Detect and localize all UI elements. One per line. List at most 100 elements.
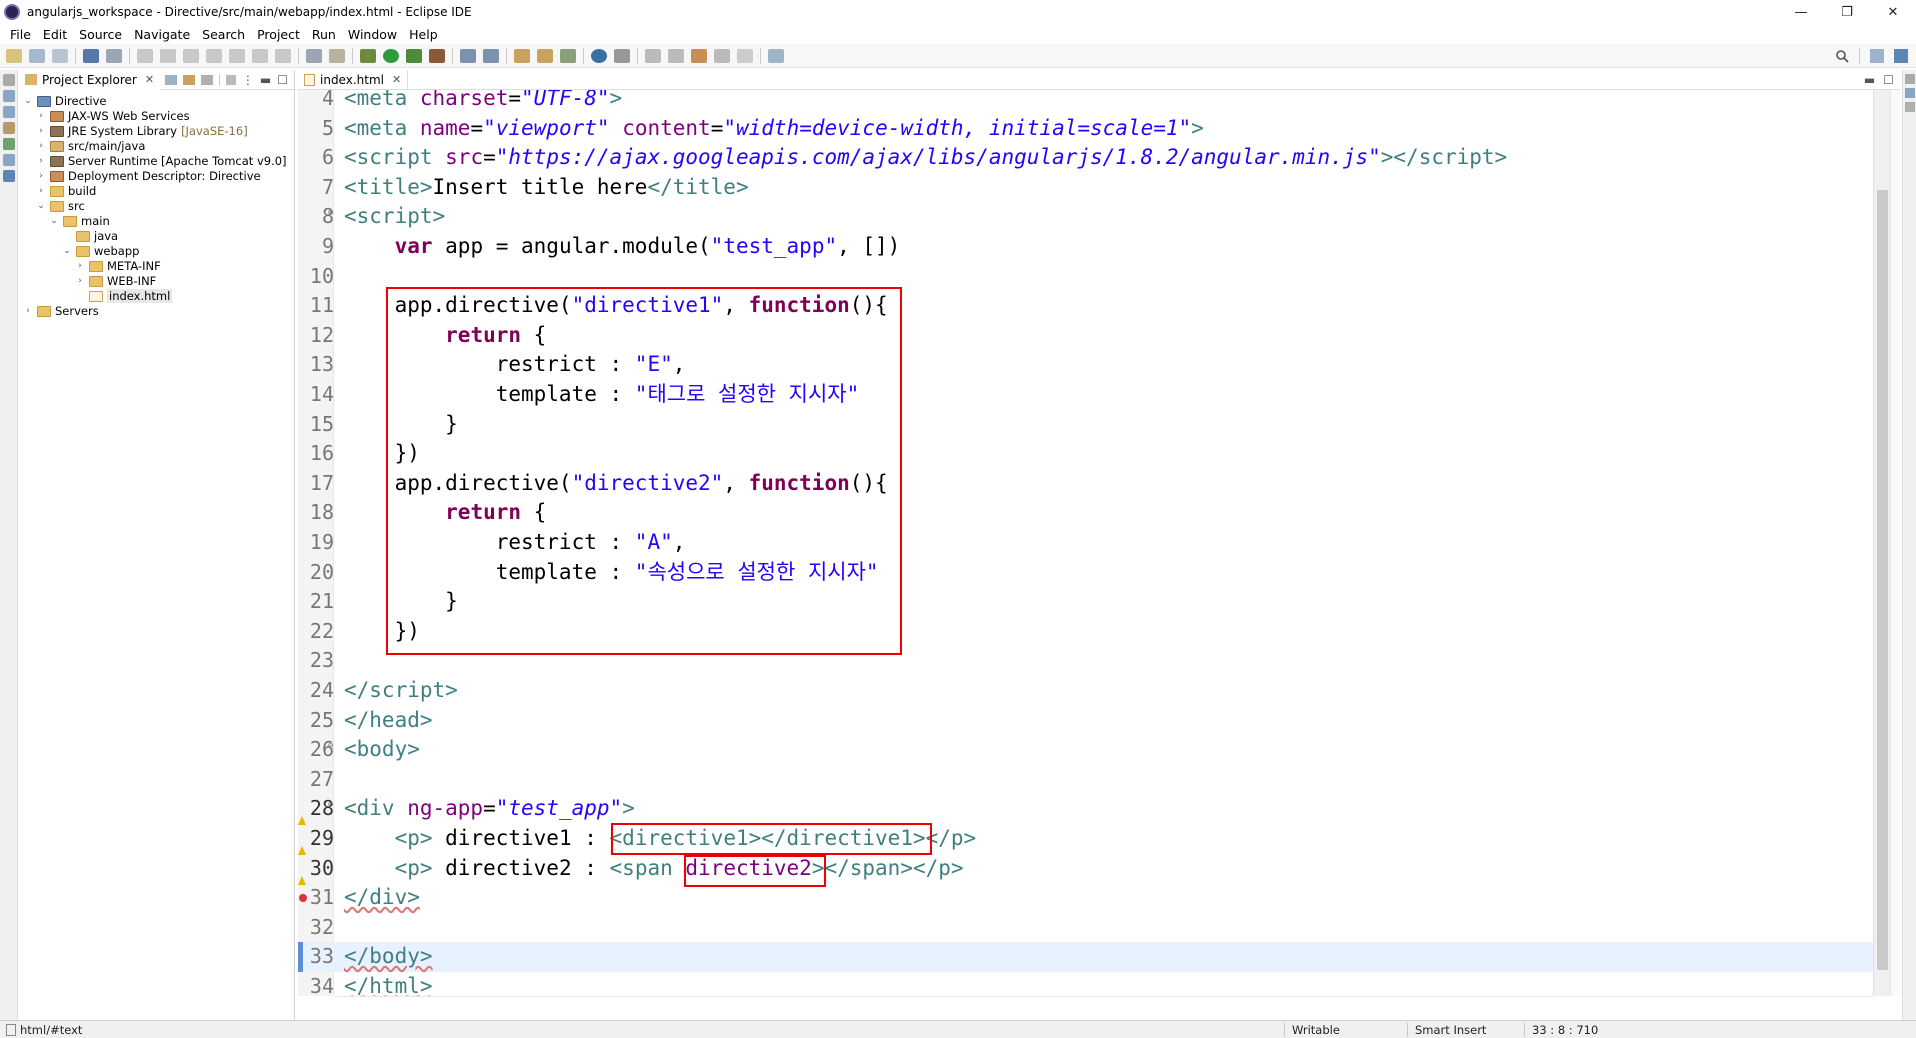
chevron-right-icon[interactable]: › <box>75 261 85 271</box>
code-line[interactable]: 29 <p> directive1 : <directive1></direct… <box>298 824 1873 855</box>
code-line[interactable]: 33 </body> <box>298 942 1873 972</box>
step-over-icon[interactable] <box>252 48 268 63</box>
code-line[interactable]: 26 ⊖ <body> <box>298 735 1873 765</box>
code-line[interactable]: 30 <p> directive2 : <span directive2></s… <box>298 854 1873 885</box>
search-tool-icon[interactable] <box>614 48 630 63</box>
menu-help[interactable]: Help <box>403 27 444 42</box>
globe-icon[interactable] <box>591 48 607 63</box>
code-line[interactable]: 5 <meta name="viewport" content="width=de… <box>298 114 1873 144</box>
open-type-icon[interactable] <box>514 48 530 63</box>
debug-icon[interactable] <box>360 48 376 63</box>
skip-breakpoints-icon[interactable] <box>106 48 122 63</box>
close-icon[interactable]: ✕ <box>392 73 401 86</box>
chevron-right-icon[interactable]: › <box>36 156 46 166</box>
vertical-scrollbar[interactable] <box>1873 90 1890 996</box>
maximize-view-icon[interactable]: ☐ <box>1883 73 1894 87</box>
external-tools-icon[interactable] <box>429 48 445 63</box>
step-return-icon[interactable] <box>275 48 291 63</box>
disconnect-icon[interactable] <box>206 48 222 63</box>
code-line[interactable]: 24 </script> <box>298 676 1873 706</box>
code-line[interactable]: 9 var app = angular.module("test_app", [… <box>298 232 1873 262</box>
outline-icon[interactable] <box>1905 88 1915 98</box>
code-line[interactable]: 4 <meta charset="UTF-8"> <box>298 90 1873 114</box>
step-into-icon[interactable] <box>229 48 245 63</box>
task-list-icon[interactable] <box>1905 102 1915 112</box>
fold-toggle-icon[interactable]: ⊖ <box>328 735 333 757</box>
save-icon[interactable] <box>29 48 45 63</box>
chevron-down-icon[interactable]: ⌄ <box>23 96 33 106</box>
code-line[interactable]: 31 </div> <box>298 883 1873 913</box>
fold-toggle-icon[interactable]: ⊖ <box>328 794 333 816</box>
restore-button[interactable]: ❐ <box>1824 0 1870 24</box>
tools-icon[interactable] <box>329 48 345 63</box>
code-line[interactable]: 8 ⊖ <script> <box>298 202 1873 232</box>
status-insert-mode[interactable]: Smart Insert <box>1415 1023 1486 1037</box>
open-task-icon[interactable] <box>560 48 576 63</box>
console-icon[interactable] <box>3 170 15 182</box>
search-icon[interactable] <box>1835 49 1849 63</box>
code-line[interactable]: 32 <box>298 913 1873 943</box>
link-with-editor-icon[interactable] <box>182 74 195 85</box>
open-perspective-icon[interactable] <box>1870 49 1884 63</box>
menu-edit[interactable]: Edit <box>37 27 73 42</box>
chevron-down-icon[interactable]: ⌄ <box>36 201 46 211</box>
terminate-icon[interactable] <box>183 48 199 63</box>
resume-icon[interactable] <box>137 48 153 63</box>
forward-icon[interactable] <box>737 48 753 63</box>
menu-project[interactable]: Project <box>251 27 306 42</box>
suspend-icon[interactable] <box>160 48 176 63</box>
minimize-button[interactable]: — <box>1778 0 1824 24</box>
last-edit-icon[interactable] <box>691 48 707 63</box>
scrollbar-thumb[interactable] <box>1877 190 1888 970</box>
java-ee-perspective-icon[interactable] <box>1894 49 1908 63</box>
code-line[interactable]: 7 <title>Insert title here</title> <box>298 173 1873 203</box>
save-all-icon[interactable] <box>52 48 68 63</box>
minimize-view-icon[interactable]: ▬ <box>1864 73 1875 87</box>
next-annotation-icon[interactable] <box>645 48 661 63</box>
back-icon[interactable] <box>714 48 730 63</box>
code-line[interactable]: 27 <box>298 765 1873 795</box>
chevron-right-icon[interactable]: › <box>36 186 46 196</box>
menu-file[interactable]: File <box>4 27 37 42</box>
tree-item[interactable]: › Servers <box>23 302 99 320</box>
servers-view-icon[interactable] <box>3 154 15 166</box>
menu-window[interactable]: Window <box>342 27 403 42</box>
chevron-right-icon[interactable]: › <box>75 276 85 286</box>
minimize-view-icon[interactable]: ▬ <box>260 73 271 87</box>
chevron-right-icon[interactable]: › <box>36 141 46 151</box>
code-line[interactable]: 6 <script src="https://ajax.googleapis.co… <box>298 143 1873 173</box>
coverage-icon[interactable] <box>406 48 422 63</box>
menu-source[interactable]: Source <box>73 27 128 42</box>
maximize-view-icon[interactable]: ☐ <box>277 73 288 87</box>
restore-icon[interactable] <box>1905 74 1915 84</box>
pin-editor-icon[interactable] <box>768 48 784 63</box>
fold-toggle-icon[interactable]: ⊖ <box>328 202 333 224</box>
previous-annotation-icon[interactable] <box>668 48 684 63</box>
navigator-icon[interactable] <box>3 138 15 150</box>
type-hierarchy-icon[interactable] <box>3 122 15 134</box>
chevron-down-icon[interactable]: ⌄ <box>62 246 72 256</box>
view-menu-icon[interactable]: ⋮ <box>242 73 254 87</box>
overview-ruler[interactable] <box>1890 90 1902 996</box>
new-java-project-icon[interactable] <box>460 48 476 63</box>
outline-icon[interactable] <box>3 106 15 118</box>
chevron-down-icon[interactable]: ⌄ <box>49 216 59 226</box>
horizontal-scrollbar[interactable] <box>334 996 1873 1010</box>
menu-run[interactable]: Run <box>306 27 342 42</box>
chevron-right-icon[interactable]: › <box>36 171 46 181</box>
tab-project-explorer[interactable]: Project Explorer ✕ <box>19 69 161 90</box>
close-icon[interactable]: ✕ <box>145 73 154 86</box>
menu-navigate[interactable]: Navigate <box>128 27 196 42</box>
package-explorer-icon[interactable] <box>3 90 15 102</box>
chevron-right-icon[interactable]: › <box>36 111 46 121</box>
collapse-all-icon[interactable] <box>164 74 177 85</box>
open-folder-icon[interactable] <box>537 48 553 63</box>
code-line[interactable]: 34 </html> <box>298 972 1873 996</box>
restore-icon[interactable] <box>3 74 15 86</box>
tab-index-html[interactable]: index.html ✕ <box>298 69 409 90</box>
new-package-icon[interactable] <box>483 48 499 63</box>
chevron-right-icon[interactable]: › <box>23 306 33 316</box>
new-icon[interactable] <box>6 48 22 63</box>
terminal-icon[interactable] <box>83 48 99 63</box>
code-line[interactable]: 28 ⊖ <div ng-app="test_app"> <box>298 794 1873 826</box>
